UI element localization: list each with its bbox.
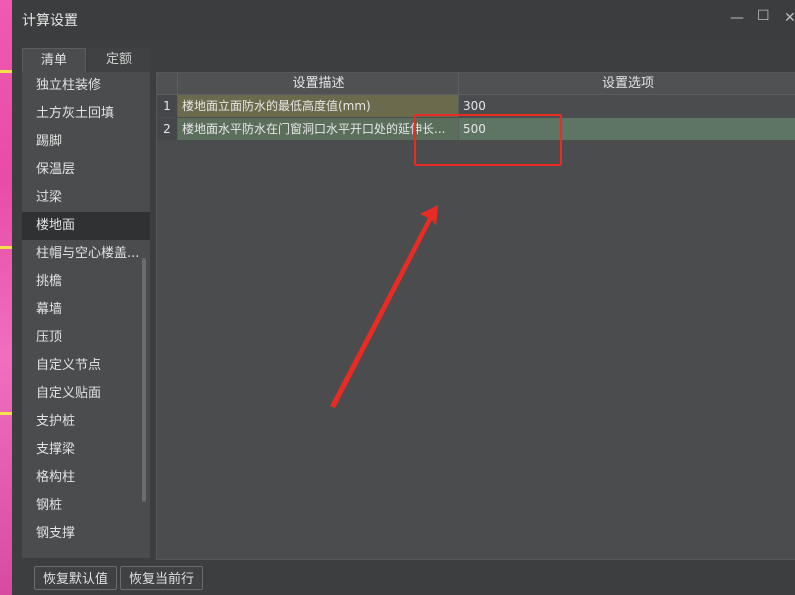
annotation-arrow-icon bbox=[330, 205, 438, 408]
